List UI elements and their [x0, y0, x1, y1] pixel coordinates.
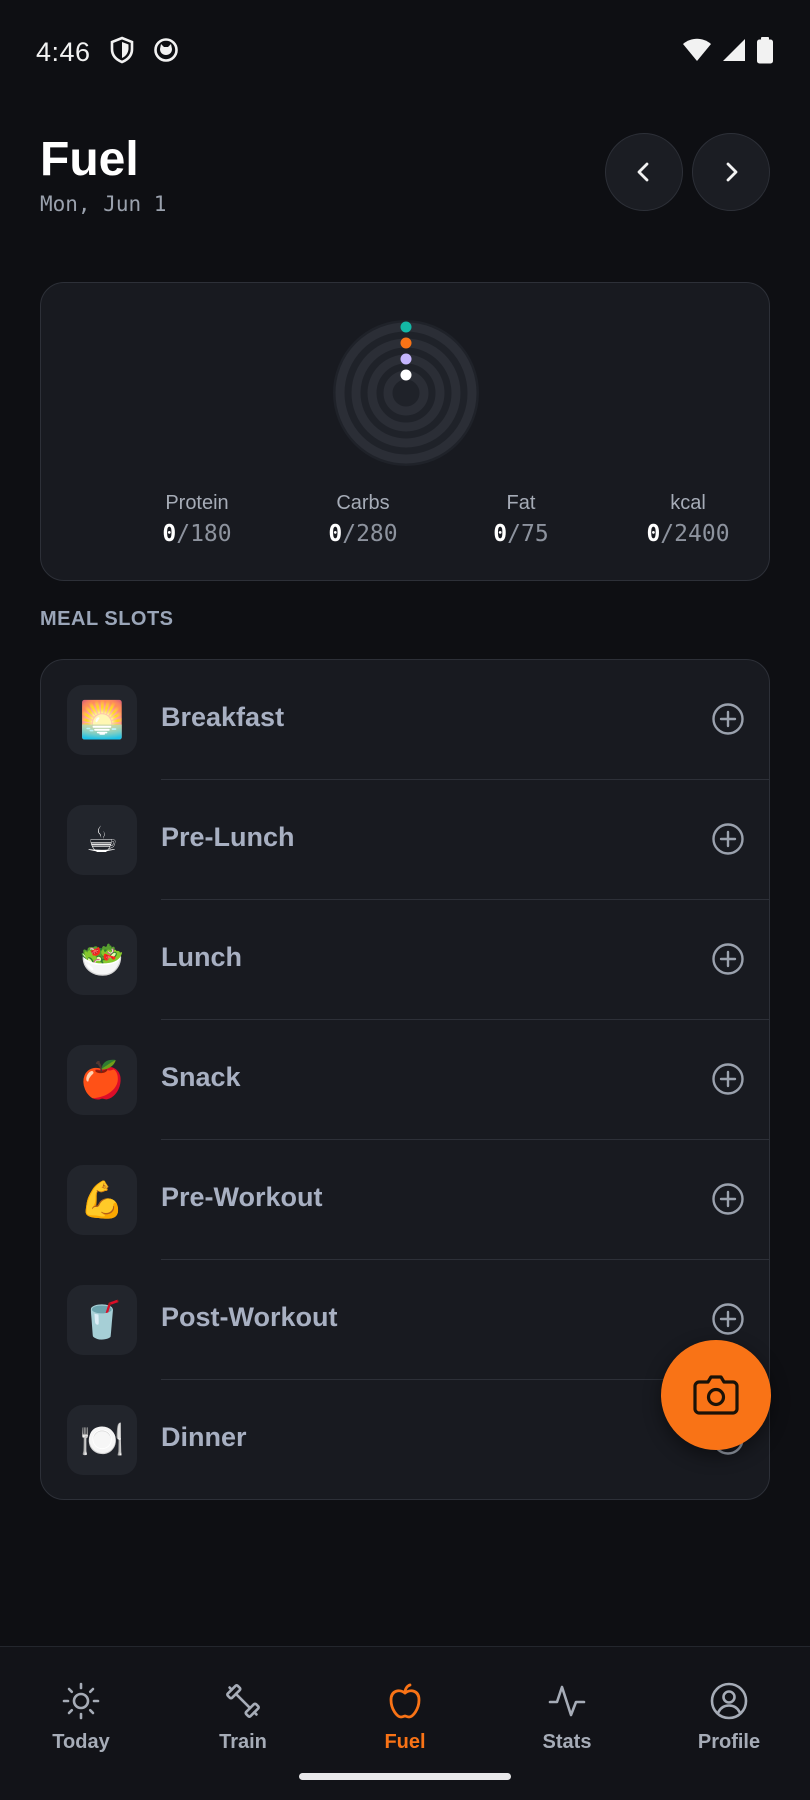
- coffee-icon: ☕: [67, 805, 137, 875]
- meal-slot-post-workout[interactable]: 🥤 Post-Workout: [41, 1260, 769, 1380]
- home-indicator[interactable]: [299, 1773, 511, 1780]
- nav-label: Fuel: [384, 1731, 426, 1753]
- nav-today[interactable]: Today: [0, 1681, 162, 1754]
- meal-slot-name: Pre-Workout: [161, 1182, 323, 1212]
- macro-label: Fat: [506, 492, 536, 514]
- meal-slot-snack[interactable]: 🍎 Snack: [41, 1020, 769, 1140]
- add-circle-icon[interactable]: [711, 822, 745, 856]
- sun-icon: [62, 1682, 100, 1720]
- sunrise-icon: 🌅: [67, 685, 137, 755]
- nav-label: Train: [219, 1731, 267, 1753]
- status-time: 4:46: [36, 36, 91, 67]
- meal-slot-name: Pre-Lunch: [161, 822, 295, 852]
- macro-summary-card: Protein 0/180 Carbs 0/280 Fat 0/75 kcal …: [40, 282, 770, 581]
- meal-slot-name: Snack: [161, 1062, 241, 1092]
- nav-label: Today: [52, 1731, 110, 1753]
- meal-slot-name: Lunch: [161, 942, 242, 972]
- signal-icon: [722, 38, 746, 67]
- kcal-ring-dot: [400, 369, 412, 381]
- fat-ring-dot: [400, 353, 412, 365]
- macro-label: kcal: [670, 492, 706, 514]
- meal-slot-pre-workout[interactable]: 💪 Pre-Workout: [41, 1140, 769, 1260]
- protein-ring-dot: [400, 321, 412, 333]
- macro-value: 0/75: [493, 521, 549, 547]
- macro-fat: Fat 0/75: [441, 492, 601, 547]
- flexed-biceps-icon: 💪: [67, 1165, 137, 1235]
- meal-slots-list: 🌅 Breakfast ☕ Pre-Lunch 🥗 Lunch 🍎 Snack …: [40, 659, 770, 1500]
- macro-protein: Protein 0/180: [117, 492, 277, 547]
- apple-icon: 🍎: [67, 1045, 137, 1115]
- nav-fuel[interactable]: Fuel: [324, 1681, 486, 1754]
- meal-slot-name: Breakfast: [161, 702, 285, 732]
- add-circle-icon[interactable]: [711, 942, 745, 976]
- page-date: Mon, Jun 1: [40, 192, 167, 216]
- dumbbell-icon: [226, 1684, 260, 1718]
- activity-icon: [548, 1685, 586, 1717]
- user-circle-icon: [710, 1682, 748, 1720]
- shield-icon: [109, 36, 135, 69]
- meal-slot-name: Dinner: [161, 1422, 247, 1452]
- meal-slot-lunch[interactable]: 🥗 Lunch: [41, 900, 769, 1020]
- macro-value: 0/280: [328, 521, 398, 547]
- status-bar: 4:46: [0, 0, 810, 104]
- meal-slots-heading: MEAL SLOTS: [40, 608, 174, 630]
- camera-scan-button[interactable]: [661, 1340, 771, 1450]
- macro-value: 0/2400: [646, 521, 730, 547]
- nav-label: Stats: [542, 1731, 592, 1753]
- page-header: Fuel Mon, Jun 1: [40, 132, 166, 216]
- add-circle-icon[interactable]: [711, 702, 745, 736]
- camera-icon: [693, 1375, 739, 1415]
- macro-value: 0/180: [162, 521, 232, 547]
- chevron-left-icon: [637, 162, 649, 182]
- nav-profile[interactable]: Profile: [648, 1681, 810, 1754]
- add-circle-icon[interactable]: [711, 1182, 745, 1216]
- previous-day-button[interactable]: [605, 133, 683, 211]
- meal-slot-pre-lunch[interactable]: ☕ Pre-Lunch: [41, 780, 769, 900]
- nav-stats[interactable]: Stats: [486, 1681, 648, 1754]
- plate-icon: 🍽️: [67, 1405, 137, 1475]
- macro-carbs: Carbs 0/280: [283, 492, 443, 547]
- macro-label: Protein: [165, 492, 229, 514]
- nav-label: Profile: [697, 1731, 761, 1753]
- macro-kcal: kcal 0/2400: [608, 492, 768, 547]
- next-day-button[interactable]: [692, 133, 770, 211]
- chevron-right-icon: [726, 162, 738, 182]
- add-circle-icon[interactable]: [711, 1062, 745, 1096]
- battery-icon: [756, 36, 774, 69]
- macro-rings: [332, 319, 480, 467]
- add-circle-icon[interactable]: [711, 1302, 745, 1336]
- salad-icon: 🥗: [67, 925, 137, 995]
- cup-with-straw-icon: 🥤: [67, 1285, 137, 1355]
- macro-label: Carbs: [336, 492, 390, 514]
- apple-icon: [389, 1683, 421, 1719]
- nav-train[interactable]: Train: [162, 1681, 324, 1754]
- page-title: Fuel: [40, 133, 139, 186]
- cat-icon: [153, 37, 179, 68]
- meal-slot-breakfast[interactable]: 🌅 Breakfast: [41, 660, 769, 780]
- carbs-ring-dot: [400, 337, 412, 349]
- wifi-icon: [682, 38, 712, 67]
- meal-slot-name: Post-Workout: [161, 1302, 338, 1332]
